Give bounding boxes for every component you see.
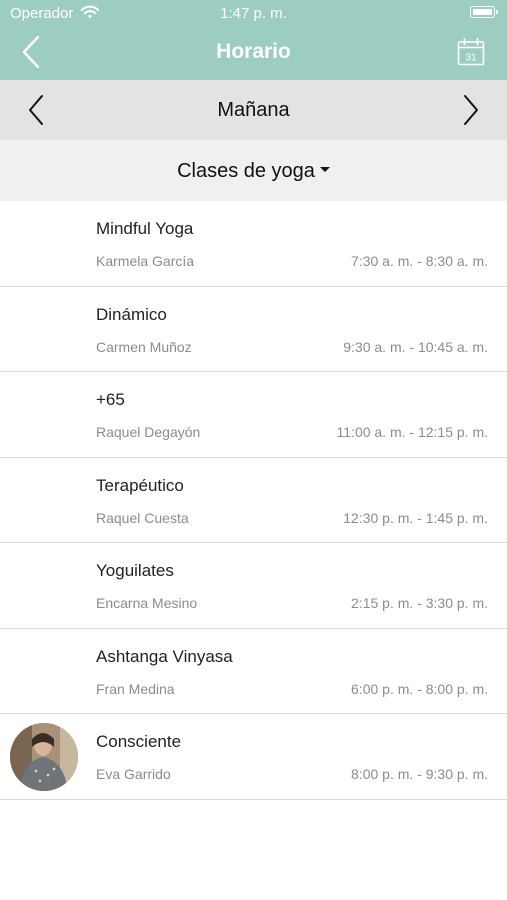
- class-name: Terapéutico: [96, 475, 184, 495]
- class-name: Dinámico: [96, 304, 167, 324]
- class-time: 7:30 a. m. - 8:30 a. m.: [351, 253, 488, 269]
- caret-down-icon: [319, 167, 330, 173]
- class-row[interactable]: Dinámico Carmen Muñoz 9:30 a. m. - 10:45…: [0, 286, 507, 372]
- class-name: +65: [96, 390, 125, 409]
- app-header: Operador 1:47 p. m. Horario 31: [0, 0, 507, 80]
- class-name: Yoguilates: [96, 561, 174, 580]
- day-label: Mañana: [217, 99, 290, 121]
- page-title: Horario: [216, 40, 291, 63]
- teacher-name: Raquel Degayón: [96, 424, 201, 440]
- teacher-name: Raquel Cuesta: [96, 509, 189, 526]
- class-name: Ashtanga Vinyasa: [96, 646, 233, 666]
- avatar-photo-icon: [10, 723, 78, 791]
- class-row[interactable]: Terapéutico Raquel Cuesta 12:30 p. m. - …: [0, 457, 507, 543]
- class-row[interactable]: Consciente Eva Garrido 8:00 p. m. - 9:30…: [0, 714, 507, 800]
- calendar-icon[interactable]: 31: [457, 38, 485, 66]
- day-navigator: Mañana: [0, 80, 507, 140]
- next-day-button[interactable]: [458, 94, 482, 126]
- class-time: 9:30 a. m. - 10:45 a. m.: [343, 338, 488, 355]
- class-time: 2:15 p. m. - 3:30 p. m.: [351, 595, 488, 611]
- teacher-name: Encarna Mesino: [96, 595, 198, 611]
- class-type-dropdown[interactable]: Clases de yoga: [0, 160, 507, 183]
- status-time: 1:47 p. m.: [220, 5, 287, 22]
- class-time: 11:00 a. m. - 12:15 p. m.: [336, 424, 488, 440]
- class-type-label: Clases de yoga: [177, 160, 315, 182]
- class-time: 12:30 p. m. - 1:45 p. m.: [343, 509, 488, 526]
- class-name: Consciente: [96, 732, 182, 751]
- filter-bar: Clases de yoga: [0, 140, 507, 201]
- teacher-name: Eva Garrido: [96, 766, 171, 782]
- teacher-name: Karmela García: [96, 253, 195, 269]
- class-name: Mindful Yoga: [96, 219, 194, 238]
- class-time: 8:00 p. m. - 9:30 p. m.: [351, 766, 488, 782]
- class-time: 6:00 p. m. - 8:00 p. m.: [351, 680, 488, 697]
- battery-icon: [470, 6, 498, 18]
- teacher-avatar: [10, 723, 78, 791]
- class-row[interactable]: Yoguilates Encarna Mesino 2:15 p. m. - 3…: [0, 543, 507, 629]
- teacher-name: Carmen Muñoz: [96, 338, 192, 355]
- teacher-name: Fran Medina: [96, 680, 175, 697]
- status-bar: Operador 1:47 p. m.: [0, 0, 507, 28]
- class-list: Mindful Yoga Karmela García 7:30 a. m. -…: [0, 201, 507, 800]
- class-row[interactable]: Mindful Yoga Karmela García 7:30 a. m. -…: [0, 201, 507, 287]
- class-row[interactable]: Ashtanga Vinyasa Fran Medina 6:00 p. m. …: [0, 628, 507, 714]
- class-row[interactable]: +65 Raquel Degayón 11:00 a. m. - 12:15 p…: [0, 372, 507, 458]
- calendar-day-number: 31: [465, 53, 477, 64]
